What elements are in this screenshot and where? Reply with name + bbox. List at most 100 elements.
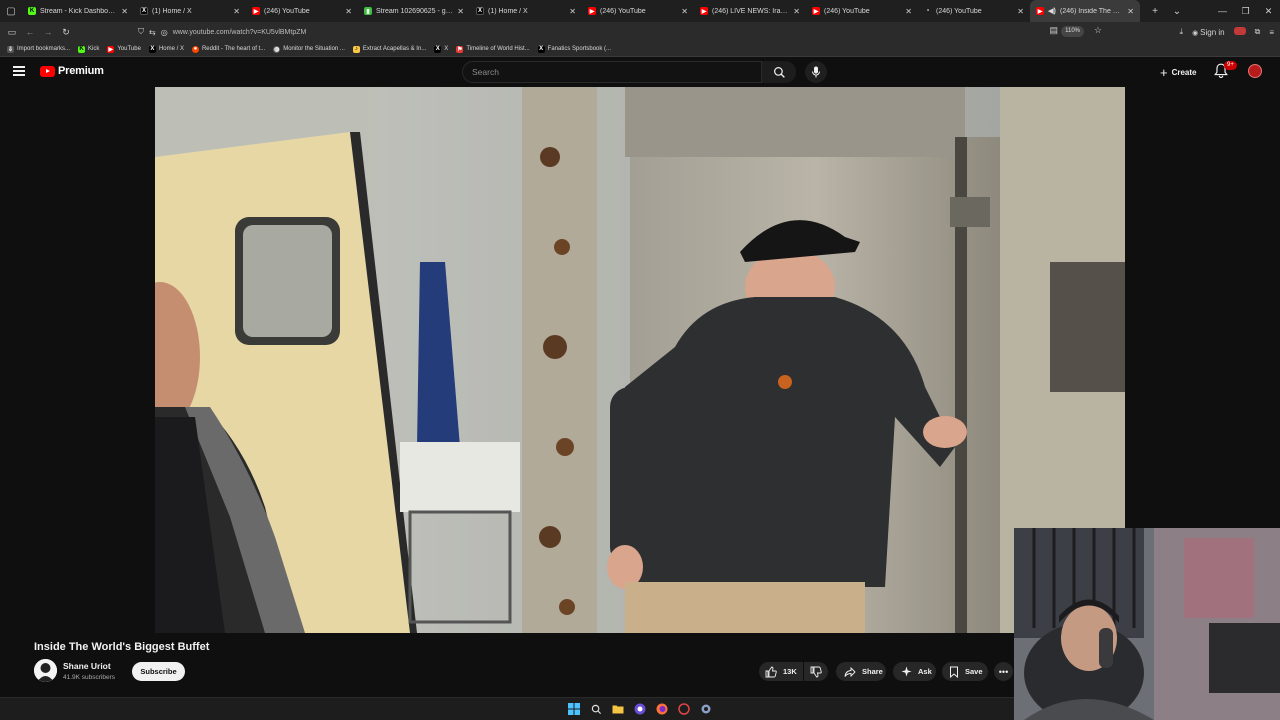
extension-icon[interactable] xyxy=(1233,27,1246,37)
tab-title: (246) LIVE NEWS: Iran war latest xyxy=(712,7,789,15)
tab[interactable]: K Stream - Kick Dashboard ✕ xyxy=(22,0,134,22)
bookmark-label: YouTube xyxy=(117,46,141,52)
channel-avatar[interactable] xyxy=(34,659,57,682)
tab[interactable]: ▮ Stream 102690625 - garydavid ✕ xyxy=(358,0,470,22)
tab-active[interactable]: ▶ ◀) (246) Inside The World's Bi ✕ xyxy=(1030,0,1140,22)
ask-button[interactable]: Ask xyxy=(893,662,936,681)
bookmark-item[interactable]: ● Reddit - The heart of t... xyxy=(191,45,265,53)
restore-icon[interactable]: ❐ xyxy=(1234,0,1257,22)
start-icon[interactable] xyxy=(566,701,582,717)
bookmark-label: Fanatics Sportsbook (... xyxy=(547,46,612,52)
tab[interactable]: ▶ (246) YouTube ✕ xyxy=(246,0,358,22)
bookmark-item[interactable]: ⚑ Timeline of World Hist... xyxy=(456,45,530,53)
tab-title: (246) YouTube xyxy=(264,7,310,15)
tab[interactable]: ▶ (246) YouTube ✕ xyxy=(582,0,694,22)
search-button[interactable] xyxy=(762,61,796,83)
bookmark-item[interactable]: ♪ Extract Acapellas & In... xyxy=(352,45,427,53)
file-explorer-icon[interactable] xyxy=(610,701,626,717)
site-settings-icon[interactable]: ⇆ xyxy=(149,28,156,37)
tab[interactable]: ▶ (246) LIVE NEWS: Iran war latest ✕ xyxy=(694,0,806,22)
search-icon xyxy=(773,66,785,78)
tab[interactable]: ▶ (246) YouTube ✕ xyxy=(806,0,918,22)
url-field[interactable]: ⛉ ⇆ ◎ www.youtube.com/watch?v=KU5vlBMtpZ… xyxy=(132,24,1110,40)
more-actions-button[interactable]: ••• xyxy=(994,662,1013,681)
os-taskbar xyxy=(0,697,1014,720)
thumbs-up-icon xyxy=(765,666,777,678)
taskbar-search-icon[interactable] xyxy=(588,701,604,717)
tab[interactable]: • (246) YouTube ✕ xyxy=(918,0,1030,22)
dislike-button[interactable] xyxy=(804,662,828,681)
account-button[interactable]: ◉ Sign in xyxy=(1192,28,1225,37)
bookmark-item[interactable]: ⇩ Import bookmarks... xyxy=(7,45,71,53)
save-button[interactable]: Save xyxy=(942,662,988,681)
youtube-icon: ▶ xyxy=(1036,7,1044,15)
bookmark-item[interactable]: ◍ Monitor the Situation ... xyxy=(273,45,345,53)
close-tab-icon[interactable]: ✕ xyxy=(1017,7,1024,16)
privacy-icon[interactable]: ◎ xyxy=(161,28,168,37)
x-icon: X xyxy=(140,7,148,15)
video-title: Inside The World's Biggest Buffet xyxy=(34,641,210,653)
tab-title: (246) YouTube xyxy=(600,7,646,15)
window-menu-icon[interactable]: ▢ xyxy=(0,0,22,22)
bookmark-item[interactable]: X Home / X xyxy=(148,45,184,53)
bookmark-item[interactable]: K Kick xyxy=(78,45,100,53)
close-tab-icon[interactable]: ✕ xyxy=(793,7,800,16)
bookmark-label: Import bookmarks... xyxy=(17,46,71,52)
more-horizontal-icon: ••• xyxy=(998,666,1009,677)
firefox-icon[interactable] xyxy=(654,701,670,717)
settings-icon[interactable] xyxy=(698,701,714,717)
bookmark-item[interactable]: X Fanatics Sportsbook (... xyxy=(537,45,612,53)
x-icon: X xyxy=(476,7,484,15)
bookmark-label: Kick xyxy=(88,46,100,52)
reload-icon[interactable]: ↻ xyxy=(57,27,75,38)
video-player[interactable] xyxy=(155,87,1125,633)
account-avatar[interactable] xyxy=(1248,64,1262,78)
close-window-icon[interactable]: ✕ xyxy=(1257,0,1280,22)
bookmark-item[interactable]: XX xyxy=(434,45,448,53)
voice-search-button[interactable] xyxy=(805,61,827,83)
tab[interactable]: X (1) Home / X ✕ xyxy=(134,0,246,22)
extensions-puzzle-icon[interactable]: ⧉ xyxy=(1255,27,1261,37)
back-icon[interactable]: ← xyxy=(21,27,39,37)
youtube-logo[interactable]: Premium xyxy=(40,65,104,77)
downloads-icon[interactable]: ⤓ xyxy=(1180,27,1184,37)
subscribe-button[interactable]: Subscribe xyxy=(132,662,185,681)
sidebar-toggle-icon[interactable]: ▭ xyxy=(3,27,21,38)
like-button[interactable]: 13K xyxy=(759,662,803,681)
close-tab-icon[interactable]: ✕ xyxy=(121,7,128,16)
globe-icon: ◍ xyxy=(273,45,281,53)
close-tab-icon[interactable]: ✕ xyxy=(345,7,352,16)
share-button[interactable]: Share xyxy=(836,662,886,681)
menu-icon[interactable]: ≡ xyxy=(1269,28,1274,37)
bookmark-star-icon[interactable]: ☆ xyxy=(1094,25,1102,36)
reader-view-icon[interactable]: ▤ xyxy=(1049,25,1058,36)
search-input[interactable]: Search xyxy=(462,61,762,83)
close-tab-icon[interactable]: ✕ xyxy=(457,7,464,16)
zoom-level[interactable]: 110% xyxy=(1061,26,1084,37)
new-tab-icon[interactable]: + xyxy=(1144,6,1166,17)
obs-icon[interactable] xyxy=(632,701,648,717)
close-tab-icon[interactable]: ✕ xyxy=(905,7,912,16)
close-tab-icon[interactable]: ✕ xyxy=(233,7,240,16)
close-tab-icon[interactable]: ✕ xyxy=(1127,7,1134,16)
webcam-feed xyxy=(1014,528,1280,720)
bookmark-label: Extract Acapellas & In... xyxy=(362,46,427,52)
channel-name[interactable]: Shane Uriot xyxy=(63,661,111,671)
tab[interactable]: X (1) Home / X ✕ xyxy=(470,0,582,22)
audio-playing-icon[interactable]: ◀) xyxy=(1048,7,1056,15)
shield-icon[interactable]: ⛉ xyxy=(138,27,144,37)
tab-list-icon[interactable]: ⌄ xyxy=(1166,6,1188,17)
close-tab-icon[interactable]: ✕ xyxy=(681,7,688,16)
youtube-icon: ▶ xyxy=(812,7,820,15)
youtube-icon: ▶ xyxy=(252,7,260,15)
guide-menu-icon[interactable] xyxy=(13,66,25,76)
tab-title: Stream - Kick Dashboard xyxy=(40,7,118,15)
close-tab-icon[interactable]: ✕ xyxy=(569,7,576,16)
minimize-icon[interactable]: — xyxy=(1211,0,1234,22)
bookmark-label: Monitor the Situation ... xyxy=(283,46,345,52)
youtube-icon: ▶ xyxy=(107,45,115,53)
app-icon[interactable] xyxy=(676,701,692,717)
forward-icon[interactable]: → xyxy=(39,27,57,37)
create-button[interactable]: + Create xyxy=(1152,62,1205,82)
bookmark-item[interactable]: ▶ YouTube xyxy=(107,45,141,53)
